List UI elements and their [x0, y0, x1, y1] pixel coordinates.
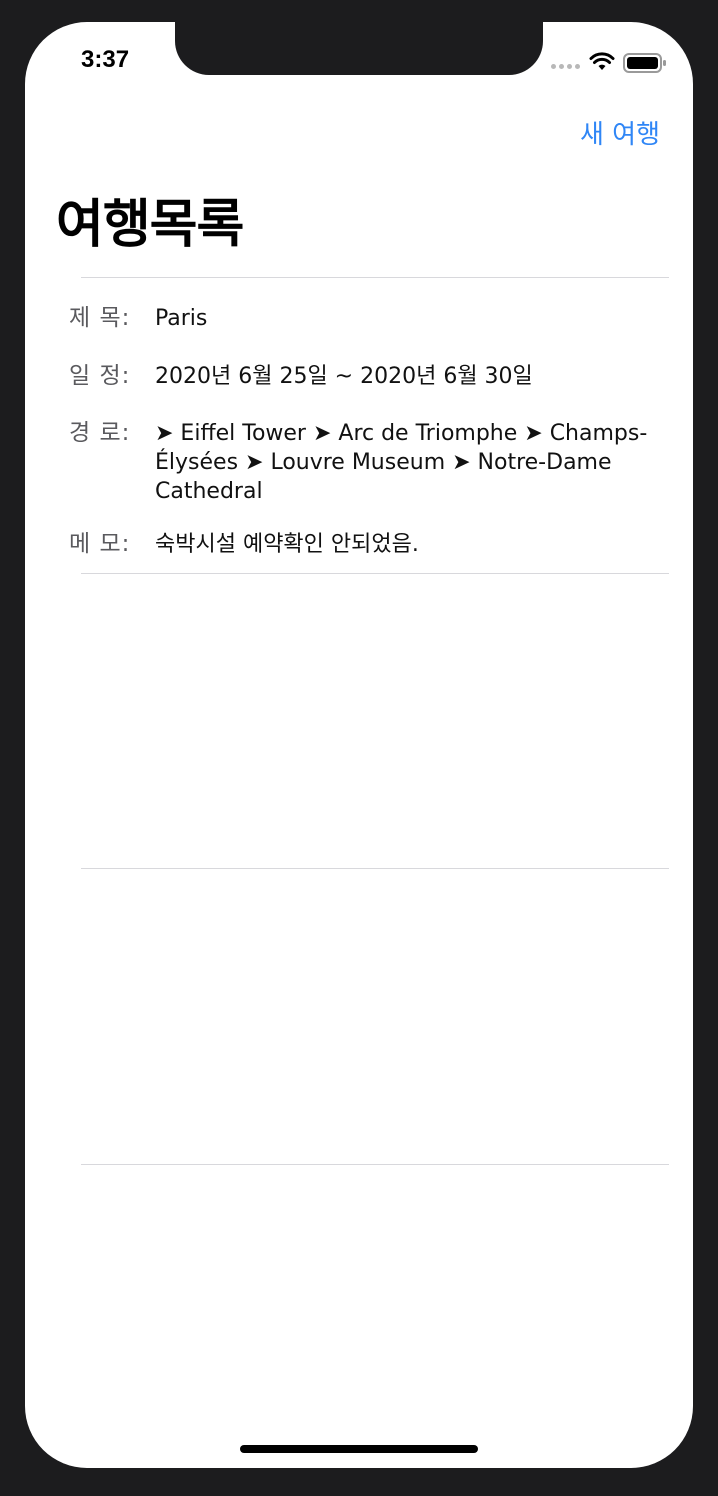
route-label: 경 로:: [69, 420, 131, 446]
list-separator: [81, 573, 669, 574]
memo-value: 숙박시설 예약확인 안되었음.: [155, 532, 419, 557]
memo-label: 메 모:: [69, 531, 131, 557]
device-notch: [175, 22, 543, 75]
device-frame: 3:37 새 여행 여행목록 제 목: Paris 일 정: 2020년 6월 …: [0, 0, 718, 1496]
schedule-label: 일 정:: [69, 363, 131, 389]
page-title: 여행목록: [56, 195, 244, 255]
signal-dots-icon: [551, 64, 580, 69]
title-label: 제 목:: [69, 305, 131, 331]
list-separator: [81, 1164, 669, 1165]
list-separator: [81, 868, 669, 869]
status-bar-time: 3:37: [81, 46, 130, 73]
new-trip-button[interactable]: 새 여행: [580, 114, 660, 151]
schedule-value: 2020년 6월 25일 ~ 2020년 6월 30일: [155, 364, 533, 389]
battery-icon: [623, 53, 666, 73]
home-indicator[interactable]: [240, 1445, 478, 1453]
wifi-icon: [589, 52, 615, 70]
trip-cell[interactable]: 제 목: Paris 일 정: 2020년 6월 25일 ~ 2020년 6월 …: [25, 278, 693, 573]
title-value: Paris: [155, 306, 208, 331]
route-value: ➤ Eiffel Tower ➤ Arc de Triomphe ➤ Champ…: [155, 421, 648, 504]
app-screen: 3:37 새 여행 여행목록 제 목: Paris 일 정: 2020년 6월 …: [25, 22, 693, 1468]
